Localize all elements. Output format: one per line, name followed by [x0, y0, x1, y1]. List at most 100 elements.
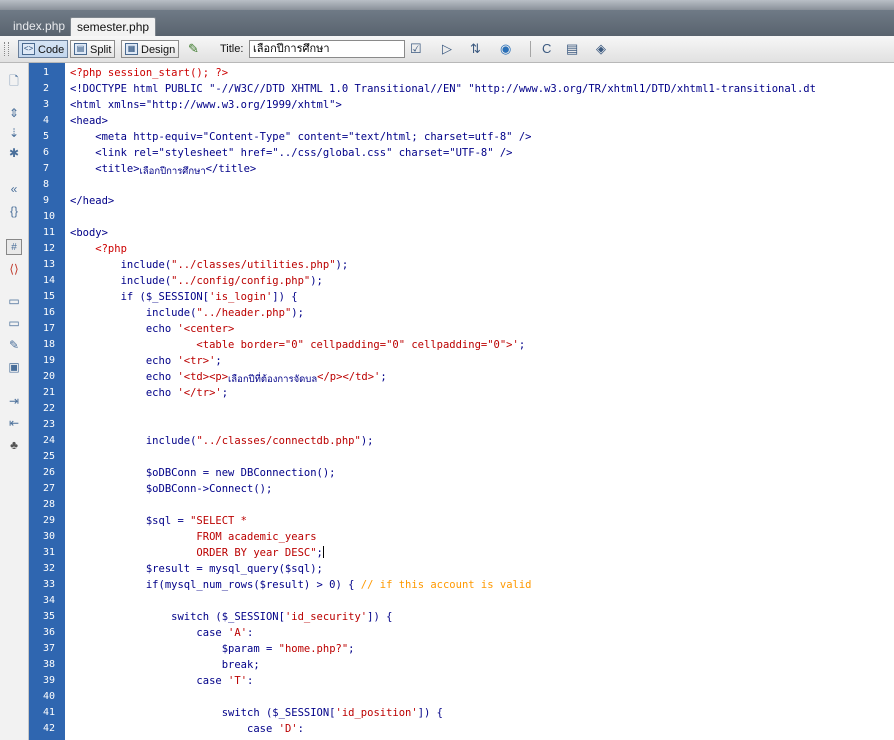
code-token: "home.php?": [278, 643, 349, 655]
code-token: ;: [221, 387, 229, 399]
code-line[interactable]: case 'D':: [70, 721, 304, 737]
document-title-input[interactable]: เลือกปีการศึกษา: [249, 40, 405, 58]
apply-comment-icon[interactable]: ▭: [6, 293, 22, 309]
code-token: echo: [70, 371, 178, 383]
balance-braces-icon[interactable]: {}: [6, 203, 22, 219]
code-token: '<td><p>: [177, 371, 229, 383]
code-line[interactable]: switch ($_SESSION['id_security']) {: [70, 609, 392, 625]
tab-semester-php[interactable]: semester.php: [70, 17, 157, 36]
code-line[interactable]: $sql = "SELECT *: [70, 513, 247, 529]
code-line[interactable]: <link rel="stylesheet" href="../css/glob…: [70, 145, 512, 161]
code-token: ;: [380, 371, 387, 383]
line-numbers-icon[interactable]: #: [6, 239, 22, 255]
code-line[interactable]: $param = "home.php?";: [70, 641, 355, 657]
line-number: 39: [43, 675, 56, 686]
line-number: 20: [43, 371, 56, 382]
code-token: <body>: [70, 227, 108, 239]
code-token: 'id_position': [335, 707, 418, 719]
code-line[interactable]: <body>: [70, 225, 108, 241]
code-token: <html xmlns="http://www.w3.org/1999/xhtm…: [70, 99, 342, 111]
code-line[interactable]: if ($_SESSION['is_login']) {: [70, 289, 298, 305]
code-line[interactable]: <!DOCTYPE html PUBLIC "-//W3C//DTD XHTML…: [70, 81, 816, 97]
code-line[interactable]: include("../header.php");: [70, 305, 304, 321]
tab-index-php[interactable]: index.php: [7, 17, 71, 36]
line-number: 5: [43, 131, 50, 142]
code-line[interactable]: <html xmlns="http://www.w3.org/1999/xhtm…: [70, 97, 342, 113]
validate-icon[interactable]: ☑: [410, 41, 422, 57]
code-line[interactable]: include("../config/config.php");: [70, 273, 323, 289]
line-number: 8: [43, 179, 50, 190]
code-line[interactable]: FROM academic_years: [70, 529, 316, 545]
code-token: $result = mysql_query($sql);: [70, 563, 323, 575]
code-line[interactable]: <table border="0" cellpadding="0" cellpa…: [70, 337, 525, 353]
code-token: <table border="0" cellpadding="0" cellpa…: [70, 339, 519, 351]
code-token: break;: [70, 659, 260, 671]
remove-comment-icon[interactable]: ▭: [6, 315, 22, 331]
line-number: 42: [43, 723, 56, 734]
code-view-label: Code: [38, 44, 65, 56]
format-source-icon[interactable]: ♣: [6, 437, 22, 453]
line-number: 16: [43, 307, 56, 318]
coding-toolbar: 🗋 ⇕ ⇣ ✱ « {} # ⟨⟩ ▭ ▭ ✎ ▣ ⇥ ⇤ ♣: [0, 63, 29, 740]
line-number: 32: [43, 563, 56, 574]
view-options-icon[interactable]: ▤: [566, 41, 578, 57]
visual-aids-icon[interactable]: ◈: [596, 41, 606, 57]
wrap-tag-icon[interactable]: ✎: [6, 337, 22, 353]
code-line[interactable]: ORDER BY year DESC";: [70, 545, 324, 561]
outdent-code-icon[interactable]: ⇤: [6, 415, 22, 431]
code-line[interactable]: <?php: [70, 241, 127, 257]
code-line[interactable]: echo '</tr>';: [70, 385, 228, 401]
code-line[interactable]: include("../classes/connectdb.php");: [70, 433, 374, 449]
indent-code-icon[interactable]: ⇥: [6, 393, 22, 409]
code-line[interactable]: echo '<tr>';: [70, 353, 222, 369]
line-number: 30: [43, 531, 56, 542]
open-documents-icon[interactable]: 🗋: [6, 73, 22, 89]
recent-snippets-icon[interactable]: ▣: [6, 359, 22, 375]
live-view-icon[interactable]: ✎: [188, 41, 199, 57]
code-line[interactable]: switch ($_SESSION['id_position']) {: [70, 705, 443, 721]
code-token: :: [247, 675, 254, 687]
code-line[interactable]: <head>: [70, 113, 108, 129]
code-line[interactable]: $oDBConn->Connect();: [70, 481, 272, 497]
text-caret: [322, 546, 324, 558]
preview-icon[interactable]: ▷: [442, 41, 452, 57]
code-line[interactable]: <meta http-equiv="Content-Type" content=…: [70, 129, 531, 145]
design-view-label: Design: [141, 44, 176, 56]
expand-all-icon[interactable]: ✱: [6, 145, 22, 161]
code-line[interactable]: </head>: [70, 193, 114, 209]
code-token: <!DOCTYPE html PUBLIC "-//W3C//DTD XHTML…: [70, 83, 816, 95]
code-line[interactable]: echo '<center>: [70, 321, 235, 337]
code-line[interactable]: break;: [70, 657, 260, 673]
code-token: $sql =: [70, 515, 191, 527]
design-view-icon: ▦: [125, 43, 138, 55]
code-line[interactable]: echo '<td><p>เลือกปีที่ต้องการจัดบล</p><…: [70, 369, 387, 385]
code-token: ]) {: [417, 707, 443, 719]
code-line[interactable]: case 'T':: [70, 673, 253, 689]
code-token: );: [335, 259, 349, 271]
check-page-icon[interactable]: C: [542, 41, 551, 57]
code-token: <?php session_start(); ?>: [70, 67, 229, 79]
code-token: case: [70, 627, 229, 639]
code-line[interactable]: <?php session_start(); ?>: [70, 65, 228, 81]
browser-icon[interactable]: ◉: [500, 41, 511, 57]
code-line[interactable]: <title>เลือกปีการศึกษา</title>: [70, 161, 256, 177]
code-token: include(: [70, 435, 197, 447]
select-parent-tag-icon[interactable]: «: [6, 181, 22, 197]
code-editor[interactable]: <?php session_start(); ?> <!DOCTYPE html …: [66, 63, 894, 740]
highlight-invalid-code-icon[interactable]: ⟨⟩: [6, 261, 22, 277]
refresh-design-icon[interactable]: ⇅: [470, 41, 481, 57]
toolbar-grip[interactable]: [4, 42, 9, 56]
code-view-button[interactable]: <> Code: [18, 40, 69, 58]
code-line[interactable]: if(mysql_num_rows($result) > 0) { // if …: [70, 577, 532, 593]
window-title-bar: [0, 0, 894, 10]
code-line[interactable]: include("../classes/utilities.php");: [70, 257, 349, 273]
design-view-button[interactable]: ▦ Design: [121, 40, 180, 58]
code-line[interactable]: $result = mysql_query($sql);: [70, 561, 323, 577]
code-line[interactable]: $oDBConn = new DBConnection();: [70, 465, 336, 481]
collapse-selection-icon[interactable]: ⇣: [6, 125, 22, 141]
line-number: 18: [43, 339, 56, 350]
collapse-full-tag-icon[interactable]: ⇕: [6, 105, 22, 121]
line-number: 7: [43, 163, 50, 174]
code-line[interactable]: case 'A':: [70, 625, 253, 641]
split-view-button[interactable]: ▤ Split: [70, 40, 116, 58]
